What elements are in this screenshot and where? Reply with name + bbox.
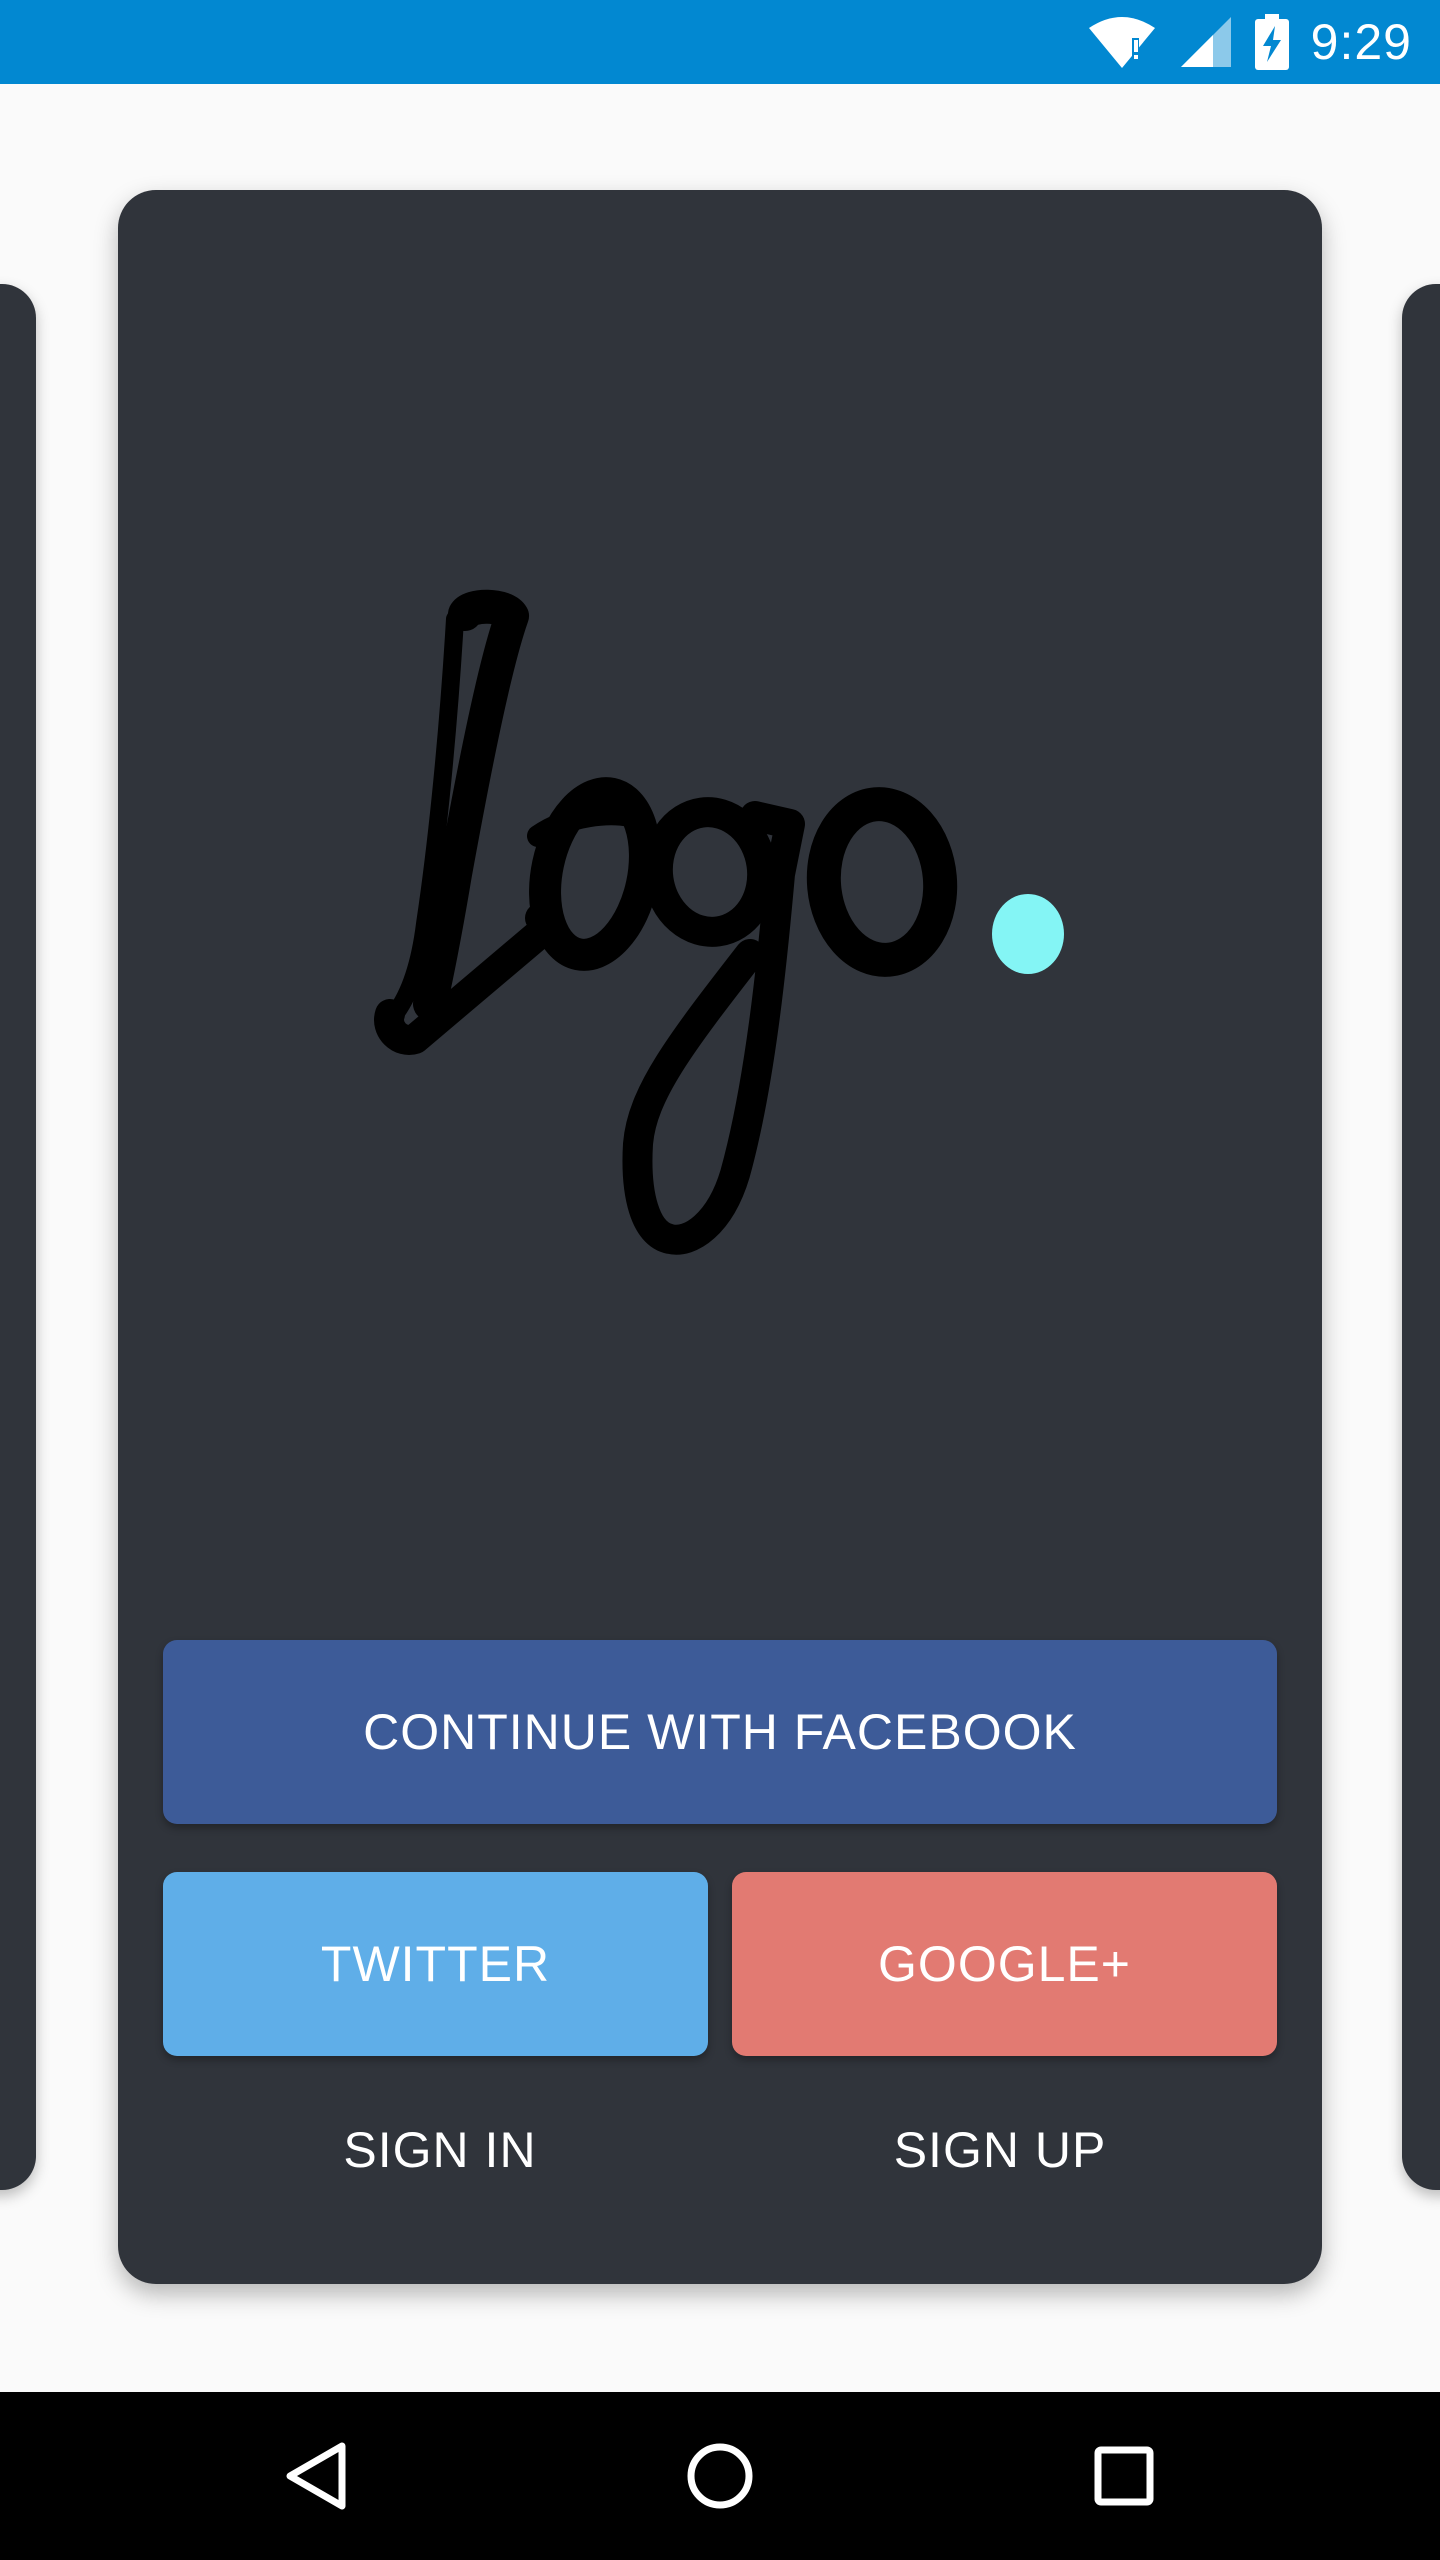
continue-with-facebook-button[interactable]: CONTINUE WITH FACEBOOK [163, 1640, 1277, 1824]
back-button[interactable] [236, 2392, 396, 2560]
sign-up-button[interactable]: SIGN UP [800, 2100, 1200, 2200]
home-icon [687, 2443, 753, 2509]
logo-dot [992, 894, 1064, 974]
next-card[interactable] [1402, 284, 1440, 2190]
recents-button[interactable] [1044, 2392, 1204, 2560]
google-button-label: GOOGLE+ [878, 1936, 1131, 1992]
battery-charging-icon [1254, 14, 1289, 70]
home-button[interactable] [640, 2392, 800, 2560]
app-logo [250, 404, 1090, 1344]
status-time: 9:29 [1310, 14, 1412, 70]
facebook-button-label: CONTINUE WITH FACEBOOK [363, 1704, 1077, 1760]
google-plus-button[interactable]: GOOGLE+ [732, 1872, 1277, 2056]
status-bar: 9:29 [0, 0, 1440, 84]
sign-up-label: SIGN UP [893, 2122, 1107, 2178]
previous-card[interactable] [0, 284, 36, 2190]
navigation-bar [0, 2392, 1440, 2560]
recents-icon [1094, 2446, 1154, 2506]
cell-signal-icon [1179, 15, 1233, 69]
sign-in-button[interactable]: SIGN IN [240, 2100, 640, 2200]
twitter-button[interactable]: TWITTER [163, 1872, 708, 2056]
wifi-alert-icon [1087, 14, 1157, 70]
twitter-button-label: TWITTER [320, 1936, 551, 1992]
back-icon [286, 2442, 346, 2510]
logo-graphic [374, 589, 1064, 1255]
sign-in-label: SIGN IN [343, 2122, 537, 2178]
status-icons: 9:29 [1087, 0, 1412, 84]
